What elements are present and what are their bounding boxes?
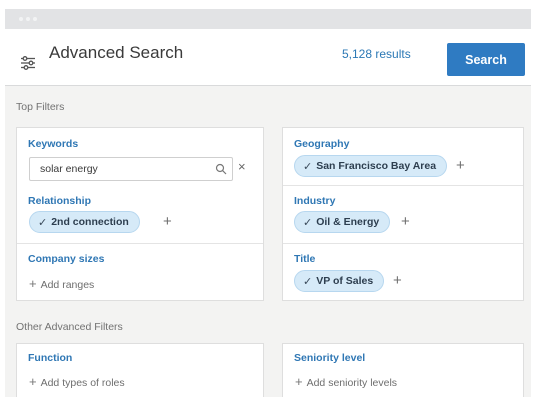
page-title: Advanced Search [49,43,184,62]
check-icon: ✓ [303,160,313,173]
function-card: Function + Add types of roles [16,343,264,397]
title-filter-label: Title [294,253,316,265]
relationship-add-icon[interactable]: + [163,214,172,230]
keywords-label: Keywords [28,138,79,150]
card-divider [17,243,263,244]
card-divider [283,185,523,186]
plus-icon: + [29,374,37,389]
company-sizes-label: Company sizes [28,253,105,265]
geography-chip-label: San Francisco Bay Area [316,160,437,172]
window-dots [19,17,37,21]
check-icon: ✓ [303,216,313,229]
relationship-label: Relationship [28,195,92,207]
search-header: Advanced Search 5,128 results Search [5,29,531,86]
seniority-label: Seniority level [294,352,366,364]
title-add-icon[interactable]: + [393,273,402,289]
function-add-label: Add types of roles [40,377,125,389]
company-sizes-add-label: Add ranges [40,279,95,291]
results-count: 5,128 results [342,47,411,61]
function-label: Function [28,352,73,364]
seniority-add[interactable]: + Add seniority levels [295,374,397,389]
relationship-chip[interactable]: ✓ 2nd connection [29,211,140,233]
check-icon: ✓ [38,216,48,229]
function-add[interactable]: + Add types of roles [29,374,125,389]
magnifier-icon [215,163,227,175]
window-dot [19,17,23,21]
industry-chip-label: Oil & Energy [316,216,380,228]
card-divider [283,243,523,244]
check-icon: ✓ [303,275,313,288]
relationship-chip-label: 2nd connection [51,216,129,228]
seniority-card: Seniority level + Add seniority levels [282,343,524,397]
app-window: Advanced Search 5,128 results Search Top… [5,9,531,397]
plus-icon: + [295,374,303,389]
filters-card-right: Geography ✓ San Francisco Bay Area + Ind… [282,127,524,301]
company-sizes-add[interactable]: + Add ranges [29,276,94,291]
keywords-clear-button[interactable]: × [238,159,246,175]
geography-add-icon[interactable]: + [456,158,465,174]
geography-chip[interactable]: ✓ San Francisco Bay Area [294,155,448,177]
section-other-filters: Other Advanced Filters [16,321,123,333]
window-dot [33,17,37,21]
industry-label: Industry [294,195,336,207]
keywords-input-value: solar energy [40,163,98,175]
window-topbar [5,9,531,29]
title-chip-label: VP of Sales [316,275,374,287]
filters-card-left: Keywords solar energy × Relationship ✓ 2… [16,127,264,301]
plus-icon: + [29,276,37,291]
search-button[interactable]: Search [447,43,525,76]
title-chip[interactable]: ✓ VP of Sales [294,270,385,292]
industry-add-icon[interactable]: + [401,214,410,230]
filter-lines-icon [21,56,35,70]
industry-chip[interactable]: ✓ Oil & Energy [294,211,391,233]
keywords-input[interactable]: solar energy [29,157,233,181]
geography-label: Geography [294,138,350,150]
window-dot [26,17,30,21]
seniority-add-label: Add seniority levels [306,377,398,389]
section-top-filters: Top Filters [16,101,65,113]
